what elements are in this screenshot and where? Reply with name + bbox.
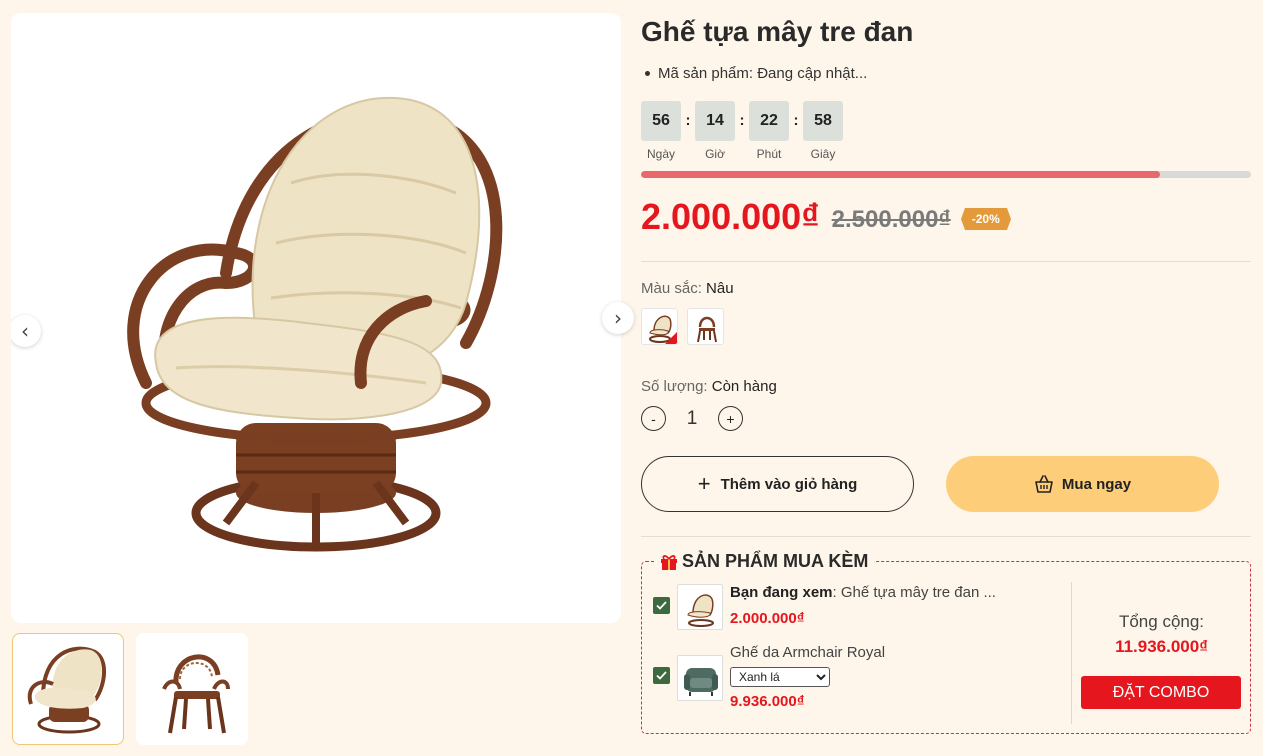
- stock-status: Còn hàng: [711, 378, 777, 395]
- countdown-seconds-label: Giây: [810, 147, 836, 161]
- chevron-right-icon: ›: [614, 306, 622, 330]
- combo-item-price: 9.936.000₫: [730, 693, 805, 710]
- color-label: Màu sắc:: [641, 280, 702, 297]
- discount-badge: -20%: [960, 208, 1011, 230]
- combo-item-prefix: Bạn đang xem: [730, 584, 833, 601]
- combo-item-name[interactable]: Ghế da Armchair Royal: [730, 644, 885, 661]
- quantity-label-row: Số lượng: Còn hàng: [641, 378, 777, 395]
- color-label-row: Màu sắc: Nâu: [641, 280, 734, 297]
- combo-box: SẢN PHẨM MUA KÈM Bạn đang xem: Ghế tựa m…: [641, 551, 1251, 734]
- sale-progress-bar: [641, 171, 1251, 178]
- thumbnail-swivel-chair[interactable]: [12, 633, 124, 745]
- combo-item-price: 2.000.000₫: [730, 610, 805, 627]
- color-swatch-swivel-chair[interactable]: [641, 308, 678, 345]
- gift-icon: [661, 554, 677, 570]
- sku-label: Mã sản phẩm:: [658, 65, 754, 82]
- sku-line: Mã sản phẩm: Đang cập nhật...: [641, 65, 867, 82]
- countdown-hours-label: Giờ: [705, 147, 725, 161]
- countdown-days-label: Ngày: [646, 147, 675, 161]
- countdown-days: 56 Ngày: [641, 101, 681, 161]
- combo-item-name[interactable]: Bạn đang xem: Ghế tựa mây tre đan ...: [730, 584, 996, 601]
- combo-item-title: : Ghế tựa mây tre đan ...: [832, 584, 996, 601]
- buy-now-label: Mua ngay: [1061, 475, 1132, 493]
- combo-item-checkbox[interactable]: [653, 597, 670, 614]
- countdown-hours-value: 14: [695, 101, 735, 141]
- previous-image-button[interactable]: ‹: [11, 315, 41, 347]
- countdown-separator: :: [685, 112, 691, 129]
- combo-total-value: 11.936.000₫: [1115, 637, 1208, 656]
- divider: [641, 536, 1251, 537]
- countdown-minutes-value: 22: [749, 101, 789, 141]
- main-product-image[interactable]: ‹: [11, 13, 621, 623]
- selected-check-icon: [665, 332, 677, 344]
- countdown-hours: 14 Giờ: [695, 101, 735, 161]
- current-price: 2.000.000₫: [641, 196, 820, 237]
- buy-now-button[interactable]: Mua ngay: [946, 456, 1219, 512]
- order-combo-button[interactable]: ĐẶT COMBO: [1081, 676, 1241, 709]
- color-swatch-armchair[interactable]: [687, 308, 724, 345]
- countdown-separator: :: [793, 112, 799, 129]
- combo-item-image: [677, 655, 723, 701]
- quantity-increase-button[interactable]: +: [718, 406, 743, 431]
- combo-title: SẢN PHẨM MUA KÈM: [654, 551, 875, 572]
- combo-title-text: SẢN PHẨM MUA KÈM: [682, 551, 869, 571]
- check-icon: [656, 601, 667, 610]
- countdown-seconds-value: 58: [803, 101, 843, 141]
- quantity-decrease-button[interactable]: -: [641, 406, 666, 431]
- countdown-seconds: 58 Giây: [803, 101, 843, 161]
- countdown-separator: :: [739, 112, 745, 129]
- countdown-days-value: 56: [641, 101, 681, 141]
- armchair-swatch-icon: [697, 316, 717, 343]
- combo-item-checkbox[interactable]: [653, 667, 670, 684]
- quantity-stepper: - 1 +: [641, 406, 743, 431]
- original-price: 2.500.000₫: [831, 206, 951, 233]
- plus-icon: +: [697, 471, 711, 496]
- bullet-icon: [645, 70, 650, 76]
- next-image-button[interactable]: ›: [602, 302, 634, 334]
- sku-value: Đang cập nhật...: [757, 65, 868, 82]
- swivel-chair-mini-image: [687, 594, 714, 627]
- chevron-left-icon: ‹: [21, 319, 29, 343]
- rattan-swivel-chair-image: [127, 96, 503, 552]
- add-to-cart-button[interactable]: + Thêm vào giỏ hàng: [641, 456, 914, 512]
- check-icon: [656, 671, 667, 680]
- basket-icon: [1035, 475, 1053, 493]
- combo-total-label: Tổng cộng:: [1118, 612, 1205, 631]
- countdown-timer: 56 Ngày : 14 Giờ : 22 Phút : 58 Giây: [641, 101, 843, 161]
- thumbnail-armchair[interactable]: [136, 633, 248, 745]
- quantity-label: Số lượng:: [641, 378, 708, 395]
- countdown-minutes-label: Phút: [756, 147, 782, 161]
- sale-progress-fill: [641, 171, 1160, 178]
- quantity-value[interactable]: 1: [666, 408, 718, 430]
- divider: [641, 261, 1251, 262]
- add-to-cart-label: Thêm vào giỏ hàng: [720, 475, 858, 493]
- countdown-minutes: 22 Phút: [749, 101, 789, 161]
- combo-item-image: [677, 584, 723, 630]
- price-row: 2.000.000₫ 2.500.000₫ -20%: [641, 196, 1011, 238]
- armchair-thumbnail-image: [162, 654, 230, 734]
- green-armchair-mini-image: [684, 668, 718, 696]
- product-title: Ghế tựa mây tre đan: [641, 16, 914, 47]
- color-value: Nâu: [706, 280, 734, 297]
- swivel-chair-thumbnail-image: [27, 646, 106, 734]
- combo-variant-select[interactable]: Xanh lá: [730, 667, 830, 687]
